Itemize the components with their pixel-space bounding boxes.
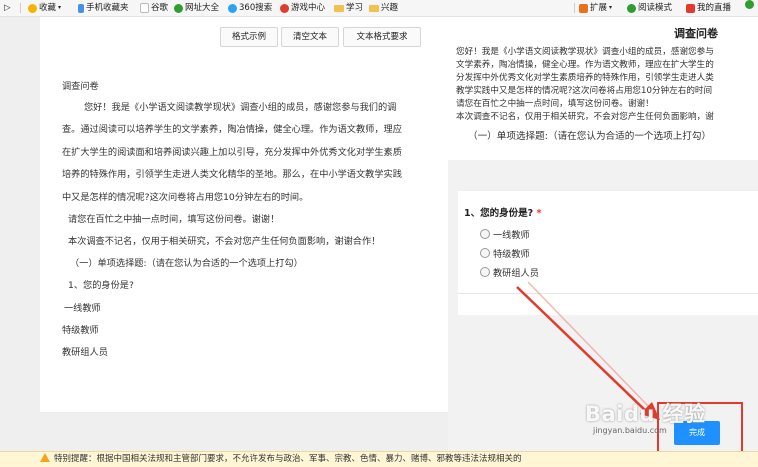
option-special-grade-teacher[interactable]: 特级教师 (480, 246, 530, 260)
radio-button[interactable] (480, 229, 490, 239)
nav-arrow-icon[interactable]: ▷ (4, 0, 11, 16)
editor-option-line: 一线教师 (64, 303, 101, 314)
editor-title-line: 调查问卷 (62, 81, 99, 92)
preview-title: 调查问卷 (674, 27, 718, 40)
editor-intro-line: 您好！我是《小学语文阅读教学现状》调查小组的成员，感谢您参与我们的调 (84, 102, 397, 113)
preview-intro-line: 文学素养，陶冶情操，健全心理。作为语文教师，理应在扩大学生的 (456, 60, 714, 70)
read-icon (627, 3, 636, 13)
option-research-group-staff[interactable]: 教研组人员 (480, 265, 539, 279)
game-icon (280, 3, 289, 13)
bookmark-google[interactable]: 谷歌 (140, 0, 168, 16)
star-icon (28, 3, 37, 13)
baidu-watermark: Baidu 经验 jingyan.baidu.com (585, 402, 706, 435)
shield-icon (745, 0, 754, 9)
clear-text-button[interactable]: 清空文本 (281, 27, 339, 47)
option-frontline-teacher[interactable]: 一线教师 (480, 227, 530, 241)
shield-button[interactable] (745, 0, 754, 9)
preview-intro-line: 本次调查不记名，仅用于相关研究，不会对您产生任何负面影响，谢 (456, 112, 714, 122)
editor-intro-line: 中又是怎样的情况呢?这次问卷将占用您10分钟左右的时间。 (62, 192, 309, 203)
live-icon (686, 3, 695, 13)
search360-icon (228, 3, 237, 13)
editor-section-line: （一）单项选择题:（请在您认为合适的一个选项上打勾） (70, 258, 303, 269)
bookmark-favorites[interactable]: 收藏 ▾ (28, 0, 61, 16)
warning-icon (40, 453, 50, 462)
editor-panel: 格式示例 清空文本 文本格式要求 调查问卷 您好！我是《小学语文阅读教学现状》调… (0, 17, 448, 451)
preview-intro-line: 请您在百忙之中抽一点时间，填写这份问卷。谢谢！ (456, 99, 654, 109)
editor-intro-line: 培养的特殊作用，引领学生走进人类文化精华的圣地。那么，在中小学语文教学实践 (62, 169, 402, 180)
radio-button[interactable] (480, 267, 490, 277)
editor-anonymous-line: 本次调查不记名，仅用于相关研究，不会对您产生任何负面影响，谢谢合作！ (68, 236, 381, 247)
bookmark-folder-study[interactable]: 学习 (334, 0, 363, 16)
bookmark-game-center[interactable]: 游戏中心 (280, 0, 325, 16)
bookmark-divider (20, 3, 21, 13)
page-icon (140, 3, 149, 13)
required-mark: * (536, 208, 542, 219)
folder-icon (334, 4, 344, 12)
editor-option-line: 特级教师 (62, 325, 99, 336)
reading-mode-button[interactable]: 阅读模式 (627, 0, 672, 16)
editor-intro-line: 查。通过阅读可以培养学生的文学素养，陶冶情操，健全心理。作为语文教师，理应 (62, 124, 402, 135)
bookmark-site-directory[interactable]: 网址大全 (174, 0, 219, 16)
survey-preview-panel: 调查问卷 您好！我是《小学语文阅读教学现状》调查小组的成员，感谢您参与 文学素养… (448, 17, 758, 451)
folder-icon (369, 4, 379, 12)
preview-intro-line: 分发挥中外优秀文化对学生素质培养的特殊作用，引领学生走进人类 (456, 73, 714, 83)
radio-button[interactable] (480, 248, 490, 258)
globe-icon (174, 3, 183, 13)
bookmark-bar: ▷ 收藏 ▾ 手机收藏夹 谷歌 网址大全 360搜索 游戏中心 学习 兴趣 扩展 ▾… (0, 0, 758, 17)
bookmark-folder-interest[interactable]: 兴趣 (369, 0, 398, 16)
bookmark-mobile-favorites[interactable]: 手机收藏夹 (78, 0, 129, 16)
grid-icon (579, 3, 588, 13)
bookmark-360-search[interactable]: 360搜索 (228, 0, 272, 16)
my-live-button[interactable]: 我的直播 (686, 0, 731, 16)
preview-section-heading: （一）单项选择题:（请在您认为合适的一个选项上打勾） (468, 131, 712, 142)
notice-text: 特别提醒：根据中国相关法规和主管部门要求，不允许发布与政治、军事、宗教、色情、暴… (54, 454, 522, 464)
editor-option-line: 教研组人员 (62, 347, 108, 358)
bookmark-divider (574, 3, 575, 13)
question-card: 1、您的身份是? * 一线教师 特级教师 教研组人员 (458, 190, 758, 315)
notice-bar: 特别提醒：根据中国相关法规和主管部门要求，不允许发布与政治、军事、宗教、色情、暴… (0, 451, 758, 467)
phone-icon (78, 3, 84, 13)
card-divider (458, 293, 758, 294)
preview-intro-line: 您好！我是《小学语文阅读教学现状》调查小组的成员，感谢您参与 (456, 47, 714, 57)
editor-please-line: 请您在百忙之中抽一点时间，填写这份问卷。谢谢！ (68, 214, 280, 225)
editor-footer (40, 412, 448, 451)
preview-intro-area: 调查问卷 您好！我是《小学语文阅读教学现状》调查小组的成员，感谢您参与 文学素养… (448, 17, 758, 160)
text-format-requirements-button[interactable]: 文本格式要求 (343, 27, 421, 47)
format-example-button[interactable]: 格式示例 (220, 27, 278, 47)
survey-text-editor[interactable]: 格式示例 清空文本 文本格式要求 调查问卷 您好！我是《小学语文阅读教学现状》调… (40, 17, 448, 412)
editor-intro-line: 在扩大学生的阅读面和培养阅读兴趣上加以引导，充分发挥中外优秀文化对学生素质 (62, 147, 402, 158)
extensions-button[interactable]: 扩展 ▾ (579, 0, 612, 16)
editor-question-line: 1、您的身份是? (68, 280, 134, 291)
editor-left-margin (0, 17, 40, 451)
question-title: 1、您的身份是? * (464, 208, 542, 219)
preview-intro-line: 教学实践中又是怎样的情况呢?这次问卷将占用您10分钟左右的时间 (456, 86, 713, 96)
